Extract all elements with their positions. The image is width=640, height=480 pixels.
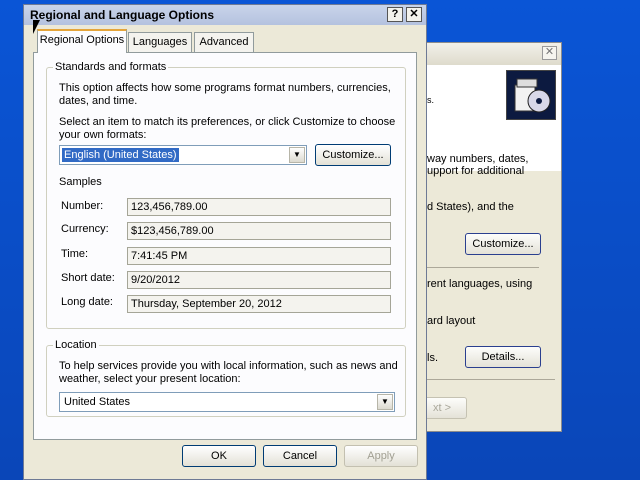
sample-value-currency: $123,456,789.00: [127, 222, 391, 240]
standards-formats-legend: Standards and formats: [53, 61, 169, 73]
location-dropdown[interactable]: United States ▼: [59, 392, 395, 412]
samples-label: Samples: [59, 176, 102, 188]
ok-button[interactable]: OK: [182, 445, 256, 467]
sample-label-long-date: Long date:: [61, 296, 113, 308]
standards-description: This option affects how some programs fo…: [59, 82, 391, 94]
background-text-fragment: way numbers, dates,: [427, 153, 529, 165]
dialog-title: Regional and Language Options: [30, 8, 215, 22]
location-description: To help services provide you with local …: [59, 360, 398, 372]
tab-advanced[interactable]: Advanced: [194, 32, 254, 52]
standards-formats-group: Standards and formats This option affect…: [46, 61, 406, 329]
sample-value-short-date: 9/20/2012: [127, 271, 391, 289]
sample-value-time: 7:41:45 PM: [127, 247, 391, 265]
select-instruction: Select an item to match its preferences,…: [59, 116, 396, 128]
background-details-button[interactable]: Details...: [465, 346, 541, 368]
format-dropdown-value: English (United States): [62, 148, 179, 162]
location-group: Location To help services provide you wi…: [46, 339, 406, 417]
sample-label-number: Number:: [61, 200, 104, 212]
dialog-titlebar[interactable]: Regional and Language Options ? ✕: [24, 5, 426, 25]
background-text-fragment: d States), and the: [427, 201, 514, 213]
background-text-fragment: ard layout: [427, 315, 476, 327]
background-separator: [427, 267, 539, 268]
location-description: weather, select your present location:: [59, 373, 241, 385]
tab-regional-options[interactable]: Regional Options: [37, 29, 127, 53]
background-customize-button[interactable]: Customize...: [465, 233, 541, 255]
location-legend: Location: [53, 339, 99, 351]
background-text-fragment: rent languages, using: [427, 278, 533, 290]
cd-software-icon: [506, 70, 556, 120]
sample-label-time: Time:: [61, 248, 89, 260]
customize-button[interactable]: Customize...: [315, 144, 391, 166]
background-text-fragment: upport for additional: [427, 165, 525, 177]
sample-value-number: 123,456,789.00: [127, 198, 391, 216]
sample-label-currency: Currency:: [61, 223, 109, 235]
apply-button[interactable]: Apply: [344, 445, 418, 467]
background-text-fragment: s.: [427, 95, 435, 105]
sample-value-long-date: Thursday, September 20, 2012: [127, 295, 391, 313]
format-dropdown[interactable]: English (United States) ▼: [59, 145, 307, 165]
cancel-button[interactable]: Cancel: [263, 445, 337, 467]
close-button[interactable]: ✕: [406, 7, 422, 22]
chevron-down-icon[interactable]: ▼: [377, 394, 393, 410]
background-close-button[interactable]: ✕: [542, 46, 557, 60]
tab-languages[interactable]: Languages: [128, 32, 192, 52]
sample-label-short-date: Short date:: [61, 272, 115, 284]
background-text-fragment: ls.: [427, 352, 438, 364]
background-separator: [427, 379, 555, 380]
tab-panel-regional-options: Standards and formats This option affect…: [33, 52, 417, 440]
regional-language-options-dialog[interactable]: Regional and Language Options ? ✕ Region…: [23, 4, 427, 480]
standards-description: dates, and time.: [59, 95, 138, 107]
select-instruction: your own formats:: [59, 129, 147, 141]
location-dropdown-value: United States: [64, 396, 131, 408]
help-button[interactable]: ?: [387, 7, 403, 22]
chevron-down-icon[interactable]: ▼: [289, 147, 305, 163]
